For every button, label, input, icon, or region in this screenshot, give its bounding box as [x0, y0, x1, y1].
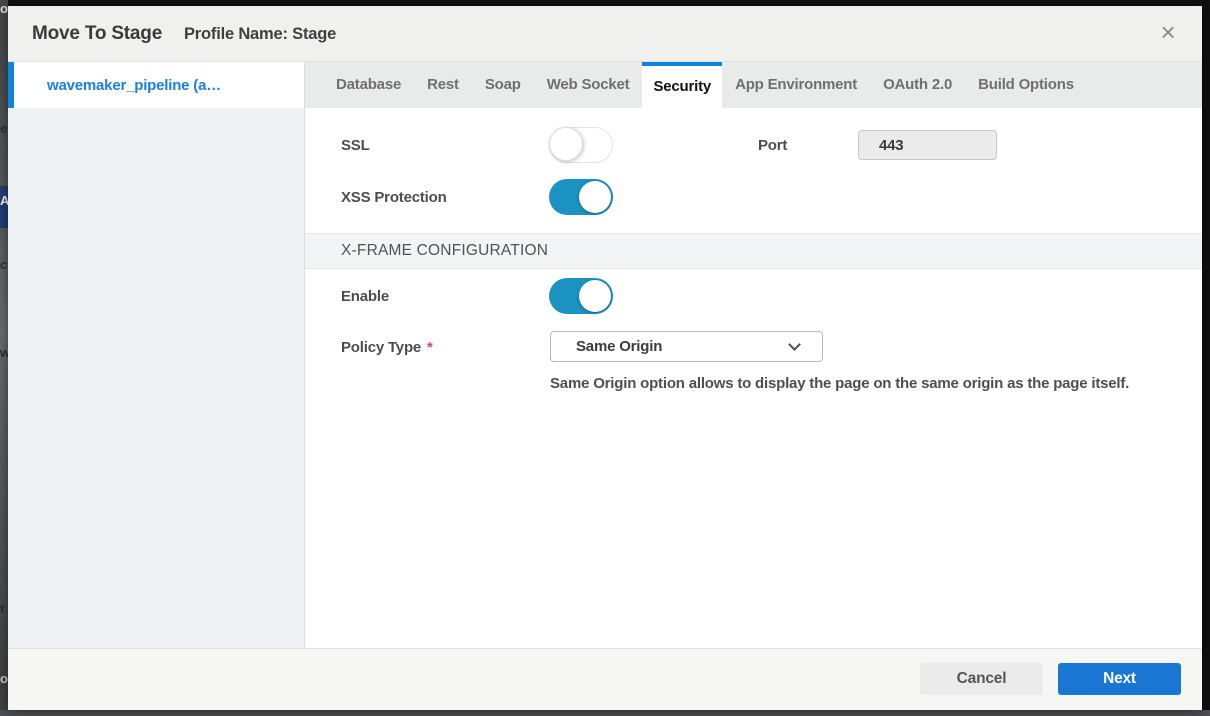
sidebar-panel	[8, 108, 305, 648]
xframe-enable-row: Enable	[305, 277, 1202, 315]
policy-type-select-wrap: Same Origin	[550, 331, 823, 362]
screen: o e Ac w t o Move To Stage Profile Name: Stag…	[0, 0, 1210, 716]
enable-label: Enable	[341, 288, 549, 305]
toggle-knob	[549, 127, 583, 161]
required-asterisk: *	[427, 339, 433, 356]
ssl-label: SSL	[341, 137, 549, 154]
tab-security[interactable]: Security	[642, 62, 722, 108]
background-text-fragment: o	[0, 672, 8, 686]
policy-type-label-text: Policy Type	[341, 339, 421, 356]
xss-protection-label: XSS Protection	[341, 189, 549, 206]
xss-protection-toggle[interactable]	[549, 179, 613, 215]
background-text-fragment: t	[0, 602, 4, 616]
xss-protection-row: XSS Protection	[305, 178, 1202, 216]
background-bottom-edge	[0, 710, 1210, 716]
tab-oauth-2-0[interactable]: OAuth 2.0	[870, 62, 965, 108]
policy-type-row: Policy Type * Same Origin	[305, 328, 1202, 366]
tab-soap[interactable]: Soap	[472, 62, 534, 108]
background-page-edge: o e Ac w t o	[0, 0, 8, 716]
dialog-header: Move To Stage Profile Name: Stage ×	[8, 6, 1202, 62]
dialog-footer: Cancel Next	[8, 648, 1202, 710]
close-icon[interactable]: ×	[1152, 16, 1184, 48]
policy-type-label: Policy Type *	[341, 339, 549, 356]
dialog-title: Move To Stage	[32, 23, 162, 45]
profile-name-label: Profile Name: Stage	[184, 25, 336, 44]
tab-bar: Database Rest Soap Web Socket Security A…	[305, 62, 1202, 108]
port-label: Port	[758, 137, 787, 154]
security-tab-content: SSL Port XSS Protection X-FRAME CONFIGUR…	[305, 108, 1202, 648]
tab-rest[interactable]: Rest	[414, 62, 472, 108]
background-text-fragment: e	[0, 122, 7, 136]
move-to-stage-dialog: Move To Stage Profile Name: Stage × wave…	[8, 6, 1202, 710]
dialog-top-row: wavemaker_pipeline (a… Database Rest Soa…	[8, 62, 1202, 108]
xframe-configuration-heading: X-FRAME CONFIGURATION	[305, 233, 1202, 269]
enable-toggle[interactable]	[549, 278, 613, 314]
toggle-knob	[579, 181, 611, 213]
toggle-knob	[579, 280, 611, 312]
background-text-fragment: A	[0, 194, 8, 208]
tab-web-socket[interactable]: Web Socket	[534, 62, 643, 108]
port-input[interactable]	[858, 130, 997, 160]
background-text-fragment: c	[0, 258, 7, 272]
sidebar-item-wavemaker-pipeline[interactable]: wavemaker_pipeline (a…	[8, 62, 305, 108]
tab-database[interactable]: Database	[323, 62, 414, 108]
tab-build-options[interactable]: Build Options	[965, 62, 1087, 108]
next-button[interactable]: Next	[1058, 663, 1181, 695]
tab-app-environment[interactable]: App Environment	[722, 62, 870, 108]
background-right-edge	[1202, 0, 1210, 710]
cancel-button[interactable]: Cancel	[920, 663, 1043, 695]
sidebar-item-label: wavemaker_pipeline (a…	[47, 77, 221, 94]
background-text-fragment: w	[0, 346, 8, 360]
ssl-row: SSL Port	[305, 126, 1202, 164]
policy-help-text: Same Origin option allows to display the…	[550, 375, 1129, 392]
policy-type-select[interactable]: Same Origin	[550, 331, 823, 362]
ssl-toggle[interactable]	[549, 127, 613, 163]
background-text-fragment: o	[0, 2, 8, 16]
